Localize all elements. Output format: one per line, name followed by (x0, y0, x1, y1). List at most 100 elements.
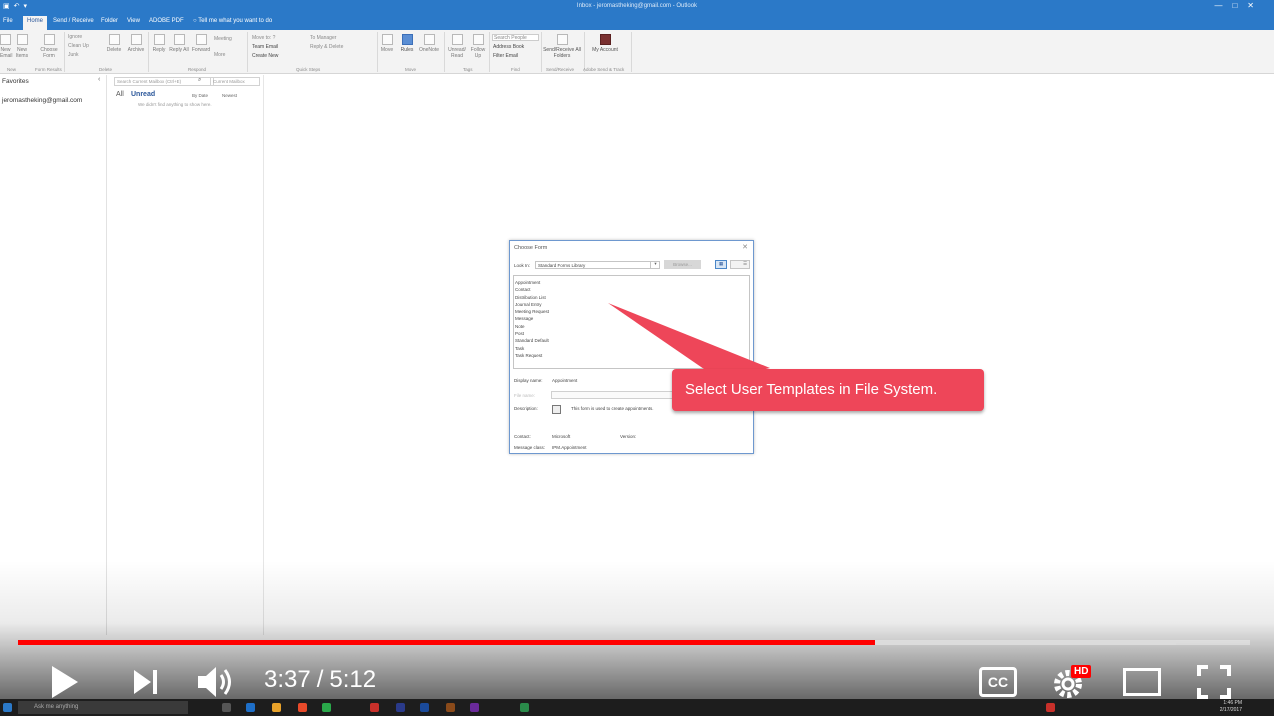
rules-button[interactable]: Rules (398, 34, 416, 53)
filter-unread[interactable]: Unread (131, 91, 155, 98)
my-account-button[interactable]: My Account (590, 34, 620, 53)
quick-step-create-new[interactable]: Create New (252, 53, 278, 59)
sort-order-newest[interactable]: Newest (222, 93, 237, 98)
large-icons-view-button[interactable]: ▦ (715, 260, 727, 269)
filter-email-button[interactable]: Filter Email (493, 53, 518, 59)
look-in-dropdown[interactable]: Standard Forms Library (535, 261, 660, 269)
fullscreen-icon[interactable] (1196, 664, 1232, 700)
choose-form-label: Choose Form (40, 47, 57, 59)
sync-icon (557, 34, 568, 45)
follow-up-button[interactable]: Follow Up (469, 34, 487, 59)
explorer-icon[interactable] (272, 703, 281, 712)
form-list-item[interactable]: Appointment (515, 279, 748, 286)
search-icon[interactable]: ⌕ (198, 77, 201, 84)
tab-send-receive[interactable]: Send / Receive (53, 18, 94, 24)
list-view-button[interactable]: ☰ (730, 260, 750, 269)
form-list-item[interactable]: Standard Default (515, 337, 748, 344)
tab-folder[interactable]: Folder (101, 18, 118, 24)
premiere-icon[interactable] (470, 703, 479, 712)
taskbar-search[interactable]: Ask me anything (18, 701, 188, 714)
edge-icon[interactable] (246, 703, 255, 712)
firefox-icon[interactable] (298, 703, 307, 712)
filename-field[interactable] (551, 391, 676, 399)
play-icon[interactable] (48, 664, 82, 700)
chevron-down-icon[interactable]: ▾ (650, 261, 660, 269)
tab-tell-me[interactable]: ○ Tell me what you want to do (193, 18, 272, 24)
account-folder[interactable]: jeromastheking@gmail.com (2, 97, 82, 104)
form-list-item[interactable]: Message (515, 315, 748, 322)
ignore-button[interactable]: Ignore (68, 34, 82, 40)
chrome-icon[interactable] (322, 703, 331, 712)
reply-all-label: Reply All (169, 47, 188, 53)
reply-all-button[interactable]: Reply All (169, 34, 189, 53)
quick-step-to-manager[interactable]: To Manager (310, 35, 336, 41)
filter-all[interactable]: All (116, 91, 124, 98)
lightroom-icon[interactable] (396, 703, 405, 712)
start-icon[interactable] (3, 703, 12, 712)
forward-button[interactable]: Forward (189, 34, 213, 53)
form-list-item[interactable]: Journal Entry (515, 301, 748, 308)
group-label-respond: Respond (188, 67, 206, 72)
quick-step-reply-delete[interactable]: Reply & Delete (310, 44, 343, 50)
meeting-button[interactable]: Meeting (214, 36, 232, 42)
new-email-button[interactable]: New Email (0, 34, 11, 59)
unread-read-button[interactable]: Unread/ Read (446, 34, 468, 59)
form-list-item[interactable]: Note (515, 323, 748, 330)
browse-button[interactable]: Browse... (664, 260, 701, 269)
window-controls[interactable]: —□✕ (1214, 1, 1264, 10)
collapse-pane-icon[interactable]: ‹ (98, 76, 100, 83)
recording-app-icon[interactable] (1046, 703, 1055, 712)
group-label-quick-steps: Quick Steps (296, 67, 320, 72)
sort-by-date[interactable]: By Date (192, 93, 208, 98)
move-button[interactable]: Move (379, 34, 395, 53)
message-class-label: Message class: (514, 445, 545, 450)
follow-up-label: Follow Up (471, 47, 485, 59)
ribbon-divider (377, 32, 378, 72)
new-items-button[interactable]: New Items (12, 34, 32, 59)
form-list-item[interactable]: Contact (515, 286, 748, 293)
app-icon[interactable] (520, 703, 529, 712)
illustrator-icon[interactable] (446, 703, 455, 712)
envelope-open-icon (452, 34, 463, 45)
progress-bar[interactable] (18, 640, 1250, 645)
volume-icon[interactable] (196, 662, 238, 702)
tab-adobe-pdf[interactable]: ADOBE PDF (149, 18, 184, 24)
theater-mode-icon[interactable] (1123, 668, 1161, 696)
form-list-item[interactable]: Task Request (515, 352, 748, 359)
quick-step-move-to[interactable]: Move to: ? (252, 35, 275, 41)
close-icon[interactable]: ✕ (742, 243, 748, 251)
send-receive-all-button[interactable]: Send/Receive All Folders (542, 34, 582, 59)
form-list-item[interactable]: Task (515, 345, 748, 352)
tab-view[interactable]: View (127, 18, 140, 24)
window-title: Inbox - jeromastheking@gmail.com - Outlo… (0, 3, 1274, 9)
contact-value: Microsoft (552, 434, 570, 439)
address-book-button[interactable]: Address Book (493, 44, 524, 50)
delete-button[interactable]: Delete (106, 34, 122, 53)
form-list-item[interactable]: Distribution List (515, 294, 748, 301)
archive-button[interactable]: Archive (125, 34, 147, 53)
acrobat-icon[interactable] (370, 703, 379, 712)
captions-button[interactable]: CC (979, 667, 1017, 697)
onenote-button[interactable]: OneNote (416, 34, 442, 53)
reply-button[interactable]: Reply (150, 34, 168, 53)
more-respond-button[interactable]: More (214, 52, 225, 58)
ribbon-divider (444, 32, 445, 72)
onenote-icon (424, 34, 435, 45)
forms-list[interactable]: AppointmentContactDistribution ListJourn… (513, 275, 750, 369)
form-list-item[interactable]: Meeting Request (515, 308, 748, 315)
tab-file[interactable]: File (3, 18, 13, 24)
favorites-header[interactable]: Favorites (2, 78, 29, 85)
tab-home[interactable]: Home (23, 16, 47, 30)
settings-button[interactable]: HD (1052, 664, 1092, 700)
clean-up-button[interactable]: Clean Up (68, 43, 89, 49)
photoshop-icon[interactable] (420, 703, 429, 712)
next-icon[interactable] (131, 666, 161, 698)
task-view-icon[interactable] (222, 703, 231, 712)
junk-button[interactable]: Junk (68, 52, 79, 58)
quick-step-team-email[interactable]: Team Email (252, 44, 278, 50)
clock-time: 1:46 PM (1223, 700, 1242, 706)
search-people-input[interactable]: Search People (492, 34, 539, 41)
search-scope-dropdown[interactable]: Current Mailbox (210, 77, 260, 86)
choose-form-button[interactable]: Choose Form (36, 34, 62, 59)
form-list-item[interactable]: Post (515, 330, 748, 337)
